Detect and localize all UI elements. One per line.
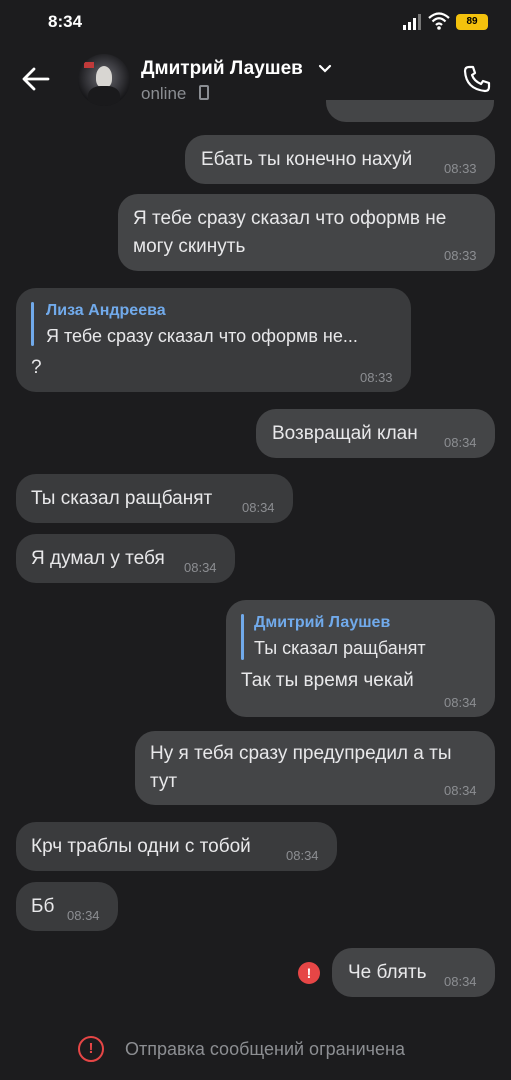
message-bubble[interactable]: Дмитрий Лаушев Ты сказал ращбанят Так ты… xyxy=(226,600,495,717)
message-time: 08:34 xyxy=(67,908,100,923)
contact-status: online xyxy=(141,84,187,103)
message-time: 08:34 xyxy=(444,435,477,450)
restriction-notice: ! Отправка сообщений ограничена xyxy=(0,1024,511,1076)
send-failed-icon[interactable]: ! xyxy=(298,962,320,984)
message-text: Крч траблы одни с тобой xyxy=(31,836,251,857)
message-text: Бб xyxy=(31,896,55,917)
message-time: 08:33 xyxy=(360,370,393,385)
battery-icon: 89 xyxy=(456,14,488,30)
warning-icon: ! xyxy=(78,1036,104,1062)
message-time: 08:34 xyxy=(184,560,217,575)
message-bubble[interactable]: Ебать ты конечно нахуй 08:33 xyxy=(185,135,495,184)
message-text: Ну я тебя сразу предупредил а ты xyxy=(150,743,452,764)
reply-quote-bar xyxy=(31,302,34,346)
wifi-icon xyxy=(428,12,450,30)
mobile-phone-icon xyxy=(199,85,209,100)
message-text: Ты сказал ращбанят xyxy=(31,488,213,509)
contact-name[interactable]: Дмитрий Лаушев xyxy=(141,58,303,80)
message-bubble[interactable]: Че блять 08:34 xyxy=(332,948,495,997)
message-text: Так ты время чекай xyxy=(241,670,414,691)
message-text: ? xyxy=(31,357,42,378)
message-bubble[interactable]: Я тебе сразу сказал что оформв не могу с… xyxy=(118,194,495,271)
chevron-down-icon[interactable] xyxy=(318,64,332,74)
message-time: 08:34 xyxy=(444,783,477,798)
back-arrow-icon[interactable] xyxy=(20,64,52,94)
reply-text: Я тебе сразу сказал что оформв не... xyxy=(46,326,358,346)
call-icon[interactable] xyxy=(462,64,492,94)
message-text: тут xyxy=(150,771,178,792)
message-bubble[interactable]: Бб 08:34 xyxy=(16,882,118,931)
message-bubble-partial xyxy=(326,100,494,122)
message-bubble[interactable]: Возвращай клан 08:34 xyxy=(256,409,495,458)
avatar[interactable] xyxy=(78,54,130,106)
message-bubble[interactable]: Я думал у тебя 08:34 xyxy=(16,534,235,583)
message-time: 08:33 xyxy=(444,248,477,263)
message-bubble[interactable]: Ты сказал ращбанят 08:34 xyxy=(16,474,293,523)
reply-author: Дмитрий Лаушев xyxy=(254,614,391,631)
restriction-text: Отправка сообщений ограничена xyxy=(125,1039,405,1059)
message-time: 08:34 xyxy=(242,500,275,515)
message-text: могу скинуть xyxy=(133,236,246,257)
message-time: 08:34 xyxy=(444,695,477,710)
status-time: 8:34 xyxy=(48,12,83,31)
message-bubble[interactable]: Лиза Андреева Я тебе сразу сказал что оф… xyxy=(16,288,411,392)
message-time: 08:34 xyxy=(286,848,319,863)
status-bar: 8:34 89 xyxy=(0,0,511,44)
message-text: Ебать ты конечно нахуй xyxy=(201,149,413,170)
reply-author: Лиза Андреева xyxy=(46,302,166,319)
message-text: Я думал у тебя xyxy=(31,548,165,569)
message-time: 08:34 xyxy=(444,974,477,989)
message-text: Возвращай клан xyxy=(272,423,418,444)
reply-text: Ты сказал ращбанят xyxy=(254,638,426,658)
message-bubble[interactable]: Ну я тебя сразу предупредил а ты тут 08:… xyxy=(135,731,495,805)
message-time: 08:33 xyxy=(444,161,477,176)
signal-icon xyxy=(403,14,421,30)
reply-quote-bar xyxy=(241,614,244,660)
message-text: Я тебе сразу сказал что оформв не xyxy=(133,208,447,229)
message-text: Че блять xyxy=(348,962,427,983)
message-bubble[interactable]: Крч траблы одни с тобой 08:34 xyxy=(16,822,337,871)
